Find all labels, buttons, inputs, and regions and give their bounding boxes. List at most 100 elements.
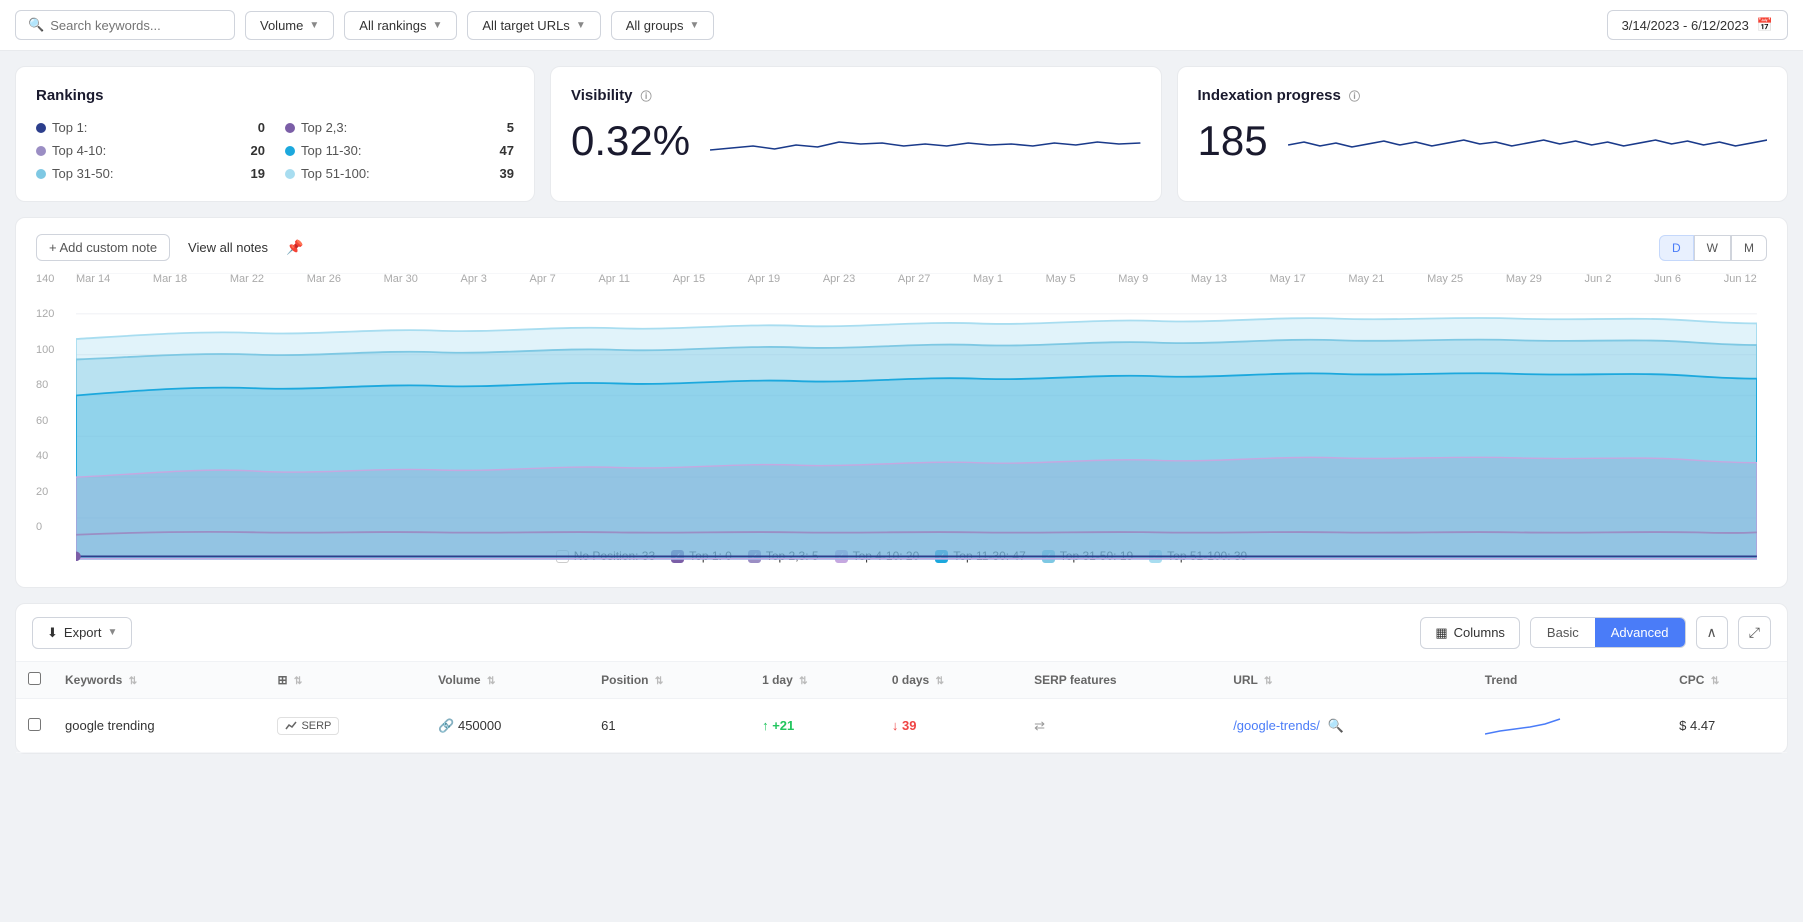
table-header: Keywords ⇅ ⊞ ⇅ Volume ⇅ Position ⇅ — [16, 662, 1787, 699]
ranking-item-top51100: Top 51-100: 39 — [285, 166, 514, 181]
table-toolbar: ⬇ Export ▼ ▦ Columns Basic Advanced ∧ — [16, 604, 1787, 662]
sort-icon-url[interactable]: ⇅ — [1264, 676, 1272, 687]
table-body: google trending SERP 🔗 450000 — [16, 699, 1787, 753]
header-checkbox-cell — [16, 662, 53, 699]
link-icon[interactable]: 🔗 — [438, 718, 454, 733]
row-serp-features: ⇄ — [1022, 699, 1221, 753]
top-bar: 🔍 Volume ▼ All rankings ▼ All target URL… — [0, 0, 1803, 51]
urls-filter-btn[interactable]: All target URLs ▼ — [467, 11, 600, 40]
value-top51100: 39 — [500, 166, 514, 181]
value-top1: 0 — [258, 120, 265, 135]
expand-button[interactable]: ⤢ — [1738, 616, 1771, 649]
info-icon-visibility: ⓘ — [641, 91, 652, 103]
header-cpc: CPC ⇅ — [1667, 662, 1787, 699]
export-button[interactable]: ⬇ Export ▼ — [32, 617, 132, 649]
serp-features-icon: ⇄ — [1034, 718, 1045, 733]
serp-badge[interactable]: SERP — [277, 717, 339, 735]
view-notes-label: View all notes — [188, 240, 268, 255]
collapse-icon: ∧ — [1707, 624, 1717, 640]
label-top3150: Top 31-50: — [52, 166, 113, 181]
table-section: ⬇ Export ▼ ▦ Columns Basic Advanced ∧ — [15, 603, 1788, 754]
chevron-down-icon: ▼ — [690, 20, 700, 31]
sort-icon-volume[interactable]: ⇅ — [487, 676, 495, 687]
search-box[interactable]: 🔍 — [15, 10, 235, 40]
search-url-icon[interactable]: 🔍 — [1328, 718, 1344, 733]
search-input[interactable] — [50, 18, 222, 33]
chevron-down-icon: ▼ — [576, 20, 586, 31]
ranking-item-top3150: Top 31-50: 19 — [36, 166, 265, 181]
ranking-item-top410: Top 4-10: 20 — [36, 143, 265, 158]
collapse-button[interactable]: ∧ — [1696, 616, 1728, 649]
indexation-title: Indexation progress ⓘ — [1198, 87, 1768, 104]
dot-top23 — [285, 123, 295, 133]
sort-icon-keywords[interactable]: ⇅ — [129, 676, 137, 687]
date-range-btn[interactable]: 3/14/2023 - 6/12/2023 📅 — [1607, 10, 1788, 40]
columns-button[interactable]: ▦ Columns — [1420, 617, 1520, 649]
groups-filter-btn[interactable]: All groups ▼ — [611, 11, 715, 40]
row-trend — [1473, 699, 1667, 753]
row-url: /google-trends/ 🔍 — [1221, 699, 1473, 753]
basic-view-button[interactable]: Basic — [1531, 618, 1595, 647]
sort-icon-position[interactable]: ⇅ — [655, 676, 663, 687]
advanced-view-button[interactable]: Advanced — [1595, 618, 1685, 647]
indexation-sparkline — [1288, 120, 1767, 170]
header-volume: Volume ⇅ — [426, 662, 589, 699]
groups-filter-label: All groups — [626, 18, 684, 33]
dot-top1 — [36, 123, 46, 133]
up-arrow-icon: ↑ — [762, 718, 769, 733]
chart-toolbar: + Add custom note View all notes 📌 D W M — [36, 234, 1767, 261]
ranking-item-top1130: Top 11-30: 47 — [285, 143, 514, 158]
cards-row: Rankings Top 1: 0 Top 2,3: 5 — [15, 66, 1788, 202]
row-position: 61 — [589, 699, 750, 753]
row-checkbox-cell — [16, 699, 53, 753]
date-range-label: 3/14/2023 - 6/12/2023 — [1622, 18, 1749, 33]
chart-area: + Add custom note View all notes 📌 D W M — [15, 217, 1788, 588]
sort-icon-serp[interactable]: ⇅ — [294, 676, 302, 687]
down-arrow-icon: ↓ — [892, 718, 899, 733]
ranking-item-top23: Top 2,3: 5 — [285, 120, 514, 135]
header-trend: Trend — [1473, 662, 1667, 699]
calendar-icon: 📅 — [1757, 17, 1773, 33]
visibility-sparkline — [710, 120, 1140, 170]
volume-filter-btn[interactable]: Volume ▼ — [245, 11, 334, 40]
columns-icon: ▦ — [1435, 625, 1447, 641]
url-link[interactable]: /google-trends/ — [1233, 718, 1320, 733]
label-top51100: Top 51-100: — [301, 166, 370, 181]
dot-top1130 — [285, 146, 295, 156]
urls-filter-label: All target URLs — [482, 18, 569, 33]
period-buttons: D W M — [1659, 235, 1767, 261]
chevron-down-icon: ▼ — [107, 627, 117, 638]
header-position: Position ⇅ — [589, 662, 750, 699]
label-top1: Top 1: — [52, 120, 87, 135]
value-top410: 20 — [251, 143, 265, 158]
trend-icon — [285, 720, 297, 732]
period-week-button[interactable]: W — [1694, 235, 1731, 261]
add-note-button[interactable]: + Add custom note — [36, 234, 170, 261]
dot-top410 — [36, 146, 46, 156]
rankings-filter-btn[interactable]: All rankings ▼ — [344, 11, 457, 40]
sort-icon-0days[interactable]: ⇅ — [936, 676, 944, 687]
value-top23: 5 — [507, 120, 514, 135]
indexation-card: Indexation progress ⓘ 185 — [1177, 66, 1789, 202]
expand-icon: ⤢ — [1749, 624, 1760, 640]
period-day-button[interactable]: D — [1659, 235, 1694, 261]
data-table: Keywords ⇅ ⊞ ⇅ Volume ⇅ Position ⇅ — [16, 662, 1787, 753]
rankings-grid: Top 1: 0 Top 2,3: 5 Top 4-10: — [36, 120, 514, 181]
value-top3150: 19 — [251, 166, 265, 181]
row-serp-badge: SERP — [265, 699, 426, 753]
chevron-down-icon: ▼ — [309, 20, 319, 31]
select-all-checkbox[interactable] — [28, 672, 41, 685]
rankings-filter-label: All rankings — [359, 18, 426, 33]
sort-icon-cpc[interactable]: ⇅ — [1711, 676, 1719, 687]
pin-icon[interactable]: 📌 — [286, 239, 303, 256]
period-month-button[interactable]: M — [1731, 235, 1767, 261]
table-row: google trending SERP 🔗 450000 — [16, 699, 1787, 753]
dot-top3150 — [36, 169, 46, 179]
row-keyword: google trending — [53, 699, 265, 753]
chart-wrapper: 140 120 100 80 60 40 20 0 — [36, 273, 1767, 533]
view-notes-button[interactable]: View all notes — [180, 235, 276, 260]
sort-icon-1day[interactable]: ⇅ — [799, 676, 807, 687]
trend-sparkline — [1485, 709, 1565, 739]
row-checkbox[interactable] — [28, 718, 41, 731]
row-cpc: $ 4.47 — [1667, 699, 1787, 753]
